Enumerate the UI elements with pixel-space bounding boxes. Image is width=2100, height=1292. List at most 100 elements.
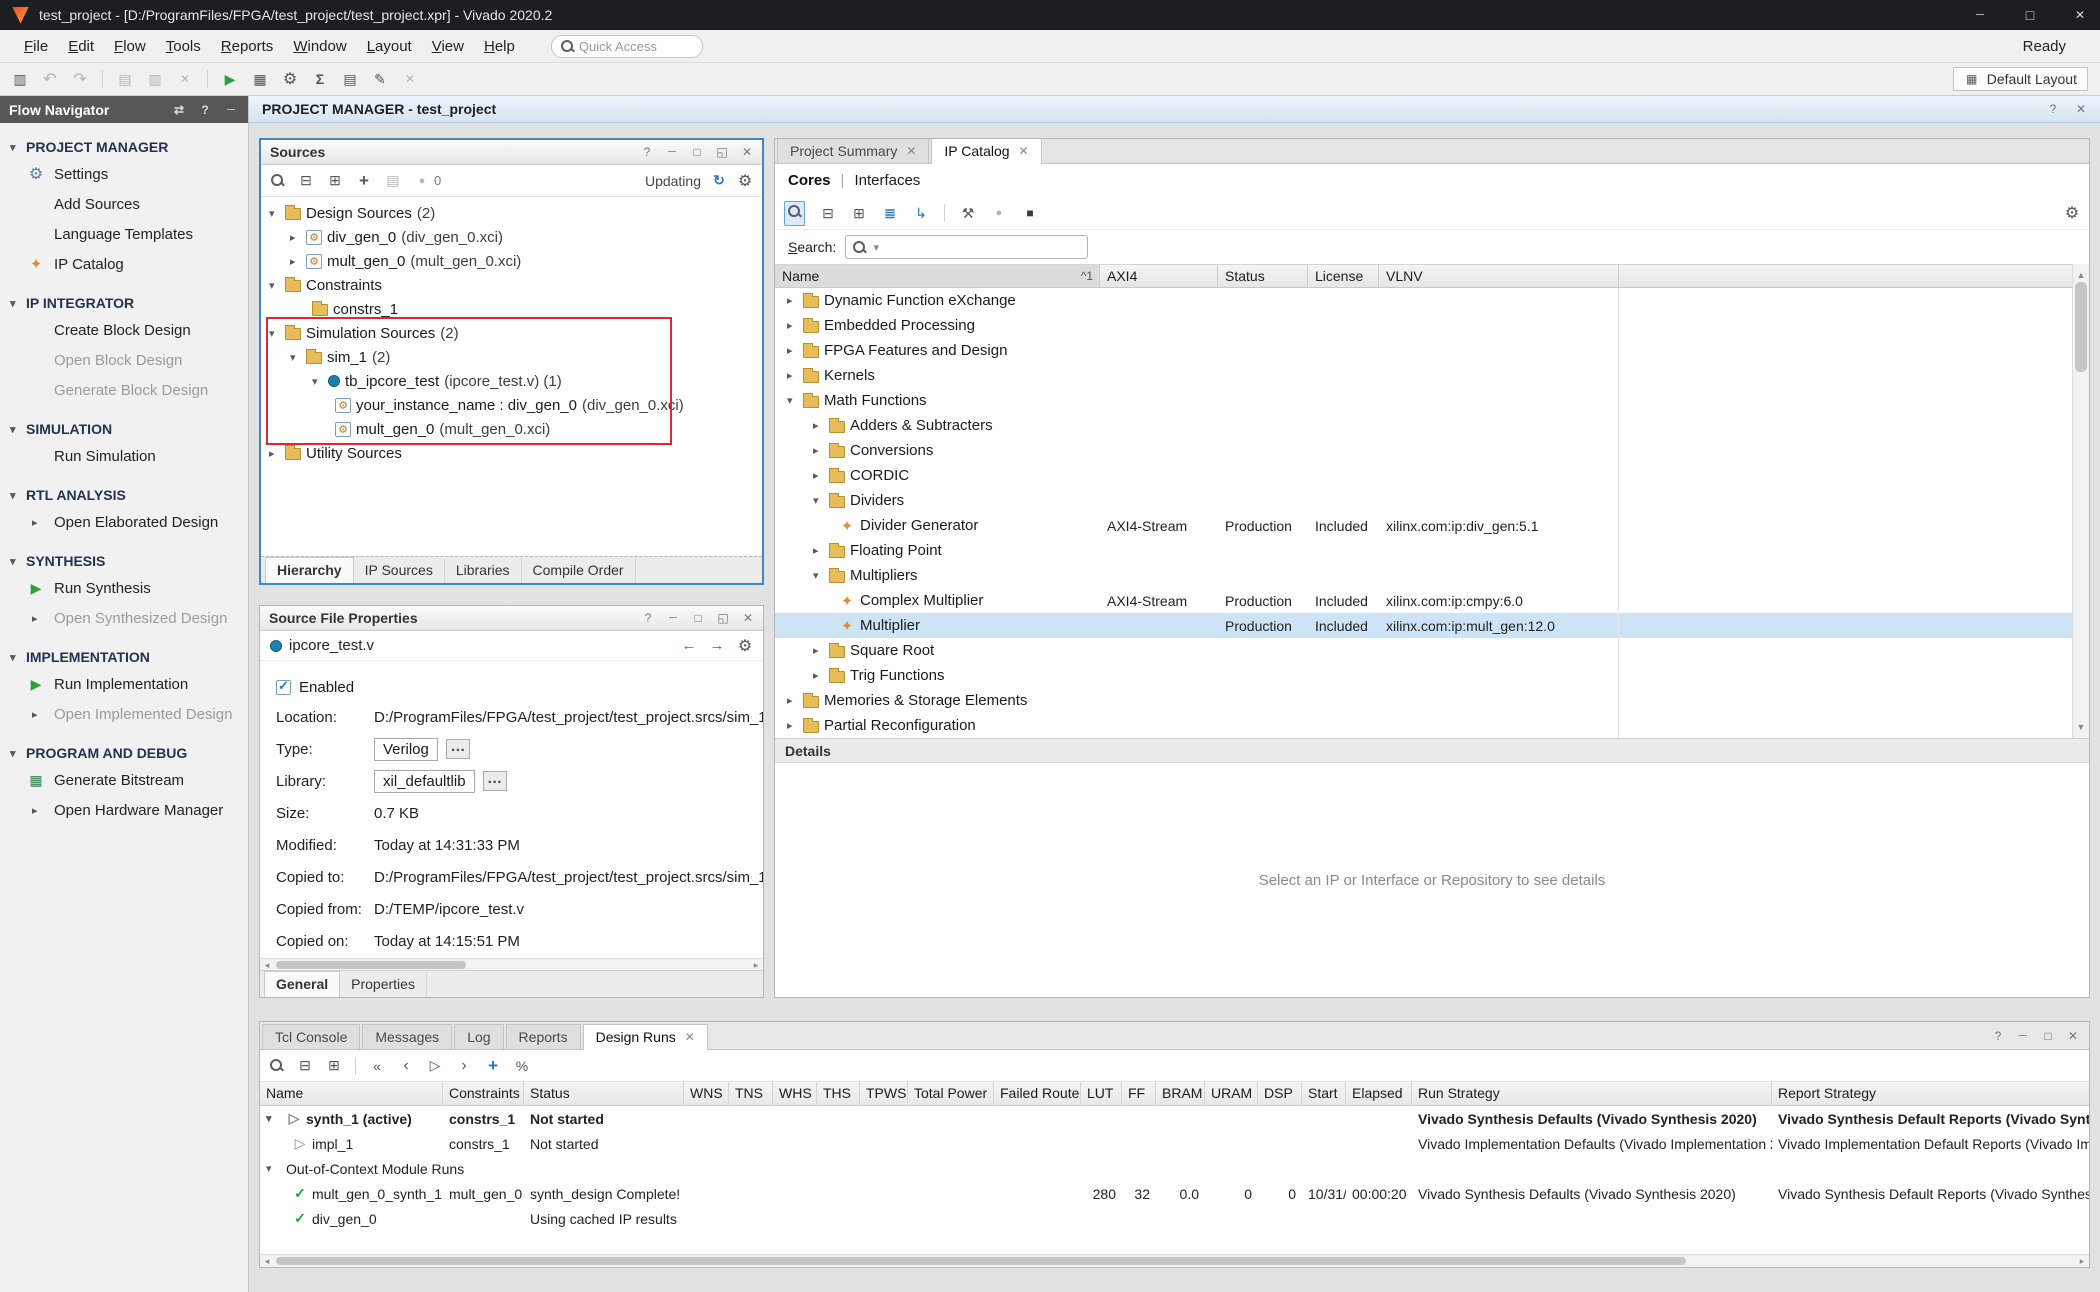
flownav-section-header-simulation[interactable]: SIMULATION	[0, 417, 248, 441]
float-icon[interactable]	[716, 145, 728, 159]
expand-all-icon[interactable]	[851, 204, 867, 222]
column-lut[interactable]: LUT	[1081, 1082, 1122, 1105]
expander-closed-icon[interactable]	[787, 719, 803, 732]
flownav-section-header-implementation[interactable]: IMPLEMENTATION	[0, 645, 248, 669]
tab-general[interactable]: General	[264, 971, 340, 997]
horizontal-scrollbar[interactable]: ◂ ▸	[260, 1254, 2089, 1267]
run-state-icon[interactable]	[427, 1057, 443, 1075]
ellipsis-button[interactable]	[483, 771, 507, 791]
expander-open-icon[interactable]	[813, 569, 829, 582]
catalog-row[interactable]: Dynamic Function eXchange	[775, 288, 2072, 313]
gear-icon[interactable]	[2064, 204, 2080, 222]
minimize-icon[interactable]	[667, 611, 679, 625]
help-icon[interactable]	[2047, 102, 2059, 116]
column-status[interactable]: Status	[524, 1082, 684, 1105]
group-by-category-icon[interactable]	[882, 204, 898, 222]
help-icon[interactable]	[641, 145, 653, 159]
menu-help[interactable]: Help	[474, 35, 525, 58]
expander-closed-icon[interactable]	[787, 294, 803, 307]
flownav-item-open-synthesized-design[interactable]: Open Synthesized Design	[0, 603, 248, 633]
flownav-section-header-synthesis[interactable]: SYNTHESIS	[0, 549, 248, 573]
catalog-row[interactable]: Partial Reconfiguration	[775, 713, 2072, 738]
help-icon[interactable]	[642, 611, 654, 625]
expander-closed-icon[interactable]	[787, 344, 803, 357]
flownav-item-settings[interactable]: Settings	[0, 159, 248, 189]
expander-closed-icon[interactable]	[813, 544, 829, 557]
step-back-icon[interactable]	[398, 1057, 414, 1075]
expander-open-icon[interactable]	[269, 207, 285, 220]
source-tree-row[interactable]: your_instance_name : div_gen_0(div_gen_0…	[261, 393, 762, 417]
flownav-item-language-templates[interactable]: Language Templates	[0, 219, 248, 249]
close-tab-icon[interactable]	[906, 142, 916, 160]
gear-icon[interactable]	[737, 172, 753, 190]
source-tree-row[interactable]: constrs_1	[261, 297, 762, 321]
help-icon[interactable]	[1992, 1029, 2004, 1043]
catalog-row[interactable]: Embedded Processing	[775, 313, 2072, 338]
horizontal-scrollbar[interactable]: ◂ ▸	[260, 958, 763, 970]
type-combo[interactable]: Verilog	[374, 738, 438, 761]
close-icon[interactable]	[742, 611, 754, 625]
expander-open-icon[interactable]	[290, 351, 306, 364]
copy-icon[interactable]	[117, 70, 133, 88]
flownav-item-open-elaborated-design[interactable]: Open Elaborated Design	[0, 507, 248, 537]
column-ths[interactable]: THS	[817, 1082, 860, 1105]
column-tns[interactable]: TNS	[729, 1082, 773, 1105]
taxonomy-icon[interactable]	[913, 204, 929, 222]
design-run-row[interactable]: impl_1 constrs_1 Not started Vivado Impl…	[260, 1131, 2089, 1156]
expander-open-icon[interactable]	[813, 494, 829, 507]
scroll-right-icon[interactable]: ▸	[749, 959, 763, 971]
expander-open-icon[interactable]	[787, 394, 803, 407]
expander-closed-icon[interactable]	[787, 319, 803, 332]
column-whs[interactable]: WHS	[773, 1082, 817, 1105]
flownav-item-run-synthesis[interactable]: Run Synthesis	[0, 573, 248, 603]
source-tree-row[interactable]: Constraints	[261, 273, 762, 297]
tab-ip-sources[interactable]: IP Sources	[354, 558, 445, 583]
collapse-all-icon[interactable]	[820, 204, 836, 222]
ip-search-input[interactable]	[885, 240, 1081, 255]
forward-icon[interactable]	[709, 637, 725, 655]
tab-hierarchy[interactable]: Hierarchy	[265, 557, 354, 583]
flownav-item-open-block-design[interactable]: Open Block Design	[0, 345, 248, 375]
minimize-icon[interactable]	[2017, 1029, 2029, 1043]
flownav-item-add-sources[interactable]: Add Sources	[0, 189, 248, 219]
flownav-section-header-project-manager[interactable]: PROJECT MANAGER	[0, 135, 248, 159]
tab-log[interactable]: Log	[454, 1024, 503, 1049]
tab-ip-catalog[interactable]: IP Catalog	[931, 138, 1041, 164]
design-run-row[interactable]: synth_1 (active) constrs_1 Not started V…	[260, 1106, 2089, 1131]
subnav-interfaces[interactable]: Interfaces	[854, 172, 920, 189]
report-icon[interactable]	[342, 70, 358, 88]
catalog-row[interactable]: Math Functions	[775, 388, 2072, 413]
flownav-item-generate-bitstream[interactable]: Generate Bitstream	[0, 765, 248, 795]
column-ff[interactable]: FF	[1122, 1082, 1156, 1105]
expander-closed-icon[interactable]	[32, 708, 48, 721]
catalog-row[interactable]: CORDIC	[775, 463, 2072, 488]
column-dsp[interactable]: DSP	[1258, 1082, 1302, 1105]
column-bram[interactable]: BRAM	[1156, 1082, 1205, 1105]
column-report-strategy[interactable]: Report Strategy	[1772, 1082, 2089, 1105]
menu-flow[interactable]: Flow	[104, 35, 156, 58]
dock-icon[interactable]	[171, 103, 187, 117]
flow-icon[interactable]	[252, 70, 268, 88]
expander-closed-icon[interactable]	[813, 669, 829, 682]
design-run-row[interactable]: mult_gen_0_synth_1 mult_gen_0 synth_desi…	[260, 1181, 2089, 1206]
expander-closed-icon[interactable]	[787, 369, 803, 382]
flownav-section-header-rtl-analysis[interactable]: RTL ANALYSIS	[0, 483, 248, 507]
expander-open-icon[interactable]	[312, 375, 328, 388]
sum-icon[interactable]	[312, 70, 328, 88]
flownav-item-run-implementation[interactable]: Run Implementation	[0, 669, 248, 699]
percent-icon[interactable]	[514, 1057, 530, 1075]
expander-closed-icon[interactable]	[813, 419, 829, 432]
close-icon[interactable]	[2067, 1029, 2079, 1043]
close-icon[interactable]	[741, 145, 753, 159]
paste-icon[interactable]	[147, 70, 163, 88]
status-filter-icon[interactable]	[991, 204, 1007, 222]
column-vlnv[interactable]: VLNV	[1379, 265, 1619, 287]
catalog-row[interactable]: Divider GeneratorAXI4-StreamProductionIn…	[775, 513, 2072, 538]
menu-window[interactable]: Window	[283, 35, 356, 58]
source-tree-row[interactable]: tb_ipcore_test(ipcore_test.v) (1)	[261, 369, 762, 393]
expander-open-icon[interactable]	[266, 1112, 282, 1125]
scroll-left-icon[interactable]: ◂	[260, 1255, 274, 1267]
vertical-scrollbar[interactable]	[2072, 264, 2089, 738]
column-failed-routes[interactable]: Failed Routes	[994, 1082, 1081, 1105]
expander-closed-icon[interactable]	[787, 694, 803, 707]
